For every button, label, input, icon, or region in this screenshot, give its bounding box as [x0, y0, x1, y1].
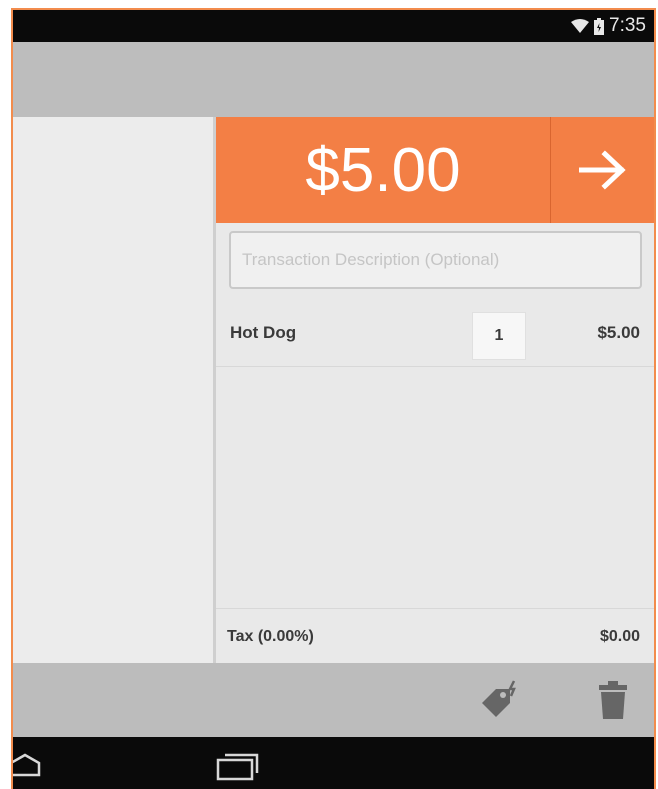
- frame-border-right: [654, 8, 656, 789]
- sale-pane: $5.00 Hot Dog 1 $5.00 Tax (0.00%) $0.00: [216, 117, 654, 663]
- delete-sale-button[interactable]: [583, 675, 643, 725]
- wifi-icon: [571, 19, 590, 33]
- home-icon[interactable]: [13, 751, 53, 781]
- checkout-next-button[interactable]: [551, 117, 654, 223]
- battery-icon: [594, 17, 605, 35]
- app-frame: 7:35 $5.00 Hot Dog 1 $5.00: [0, 0, 658, 789]
- line-item-price: $5.00: [597, 323, 640, 342]
- tax-label: Tax (0.00%): [227, 628, 314, 645]
- status-bar: 7:35: [13, 10, 654, 42]
- system-nav-bar: [13, 737, 654, 789]
- transaction-description-input[interactable]: [229, 231, 642, 289]
- status-time: 7:35: [609, 15, 646, 36]
- action-bar: [13, 42, 654, 117]
- line-item-name: Hot Dog: [230, 323, 297, 342]
- discount-tag-icon: [482, 680, 516, 717]
- device-screen: 7:35 $5.00 Hot Dog 1 $5.00: [13, 10, 654, 789]
- product-grid-pane: [13, 117, 213, 663]
- discount-button[interactable]: [471, 675, 531, 725]
- tax-row: Tax (0.00%) $0.00: [216, 608, 654, 664]
- arrow-right-icon: [578, 150, 626, 190]
- line-item-quantity[interactable]: 1: [472, 312, 526, 360]
- line-item-row[interactable]: Hot Dog 1 $5.00: [216, 300, 654, 367]
- recents-icon[interactable]: [213, 749, 263, 781]
- tax-value: $0.00: [599, 628, 640, 645]
- sale-total-bar: $5.00: [216, 117, 654, 223]
- bottom-action-bar: [13, 663, 654, 737]
- status-icons: 7:35: [571, 10, 646, 42]
- sale-total-amount: $5.00: [305, 135, 461, 205]
- trash-icon: [599, 681, 627, 719]
